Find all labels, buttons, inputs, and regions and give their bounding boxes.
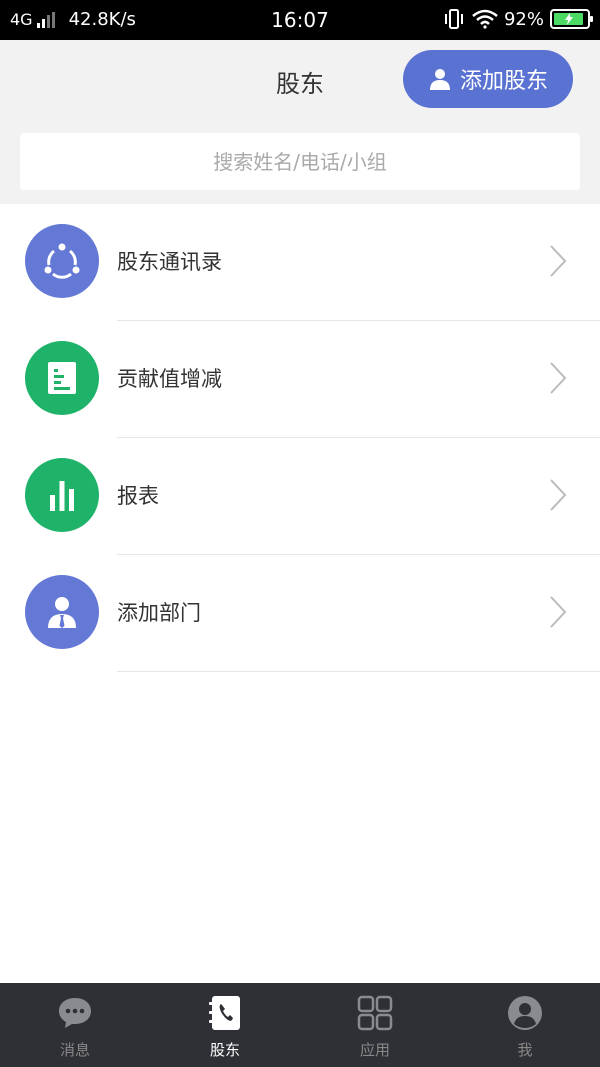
user-icon: [429, 69, 450, 90]
tab-label: 股东: [209, 1041, 240, 1059]
chevron-right-icon: [550, 479, 567, 511]
menu-item-contacts[interactable]: 股东通讯录: [0, 204, 600, 321]
status-bar: 4G 42.8K/s 16:07 92%: [0, 0, 600, 40]
vibrate-icon: [444, 9, 463, 29]
divider: [117, 671, 600, 672]
menu-item-label: 添加部门: [117, 601, 201, 625]
menu-item-label: 股东通讯录: [117, 250, 222, 274]
grid-apps-icon: [357, 995, 393, 1031]
tab-shareholders[interactable]: 股东: [150, 983, 300, 1067]
charging-bolt-icon: [564, 13, 573, 25]
menu-item-reports[interactable]: 报表: [0, 438, 600, 555]
tab-me[interactable]: 我: [450, 983, 600, 1067]
tab-label: 应用: [359, 1041, 390, 1059]
document-list-icon: [25, 341, 99, 415]
menu-list: 股东通讯录 贡献值增减 报表 添加部门: [0, 204, 600, 672]
add-shareholder-button[interactable]: 添加股东: [403, 50, 573, 108]
battery-icon: [550, 9, 593, 29]
menu-item-contribution[interactable]: 贡献值增减: [0, 321, 600, 438]
tab-messages[interactable]: 消息: [0, 983, 150, 1067]
add-shareholder-label: 添加股东: [459, 69, 548, 94]
contacts-circle-icon: [25, 224, 99, 298]
chevron-right-icon: [550, 245, 567, 277]
tab-label: 消息: [59, 1041, 90, 1059]
tab-bar: 消息 股东 应用 我: [0, 983, 600, 1067]
wifi-icon: [472, 9, 498, 29]
battery-percent: 92%: [503, 8, 544, 30]
menu-item-label: 报表: [117, 484, 159, 508]
bar-chart-icon: [25, 458, 99, 532]
menu-item-add-department[interactable]: 添加部门: [0, 555, 600, 672]
menu-item-label: 贡献值增减: [117, 367, 222, 391]
search-input[interactable]: [20, 149, 580, 174]
chevron-right-icon: [550, 362, 567, 394]
chat-bubble-icon: [59, 998, 91, 1028]
battery-fill: [554, 13, 584, 25]
chevron-right-icon: [550, 596, 567, 628]
tab-label: 我: [517, 1041, 533, 1059]
status-right: 92%: [444, 8, 593, 30]
search-box[interactable]: [20, 133, 580, 190]
phone-book-icon: [209, 996, 240, 1030]
header: 股东 添加股东: [0, 40, 600, 204]
tab-apps[interactable]: 应用: [300, 983, 450, 1067]
person-tie-icon: [25, 575, 99, 649]
profile-icon: [508, 996, 542, 1030]
